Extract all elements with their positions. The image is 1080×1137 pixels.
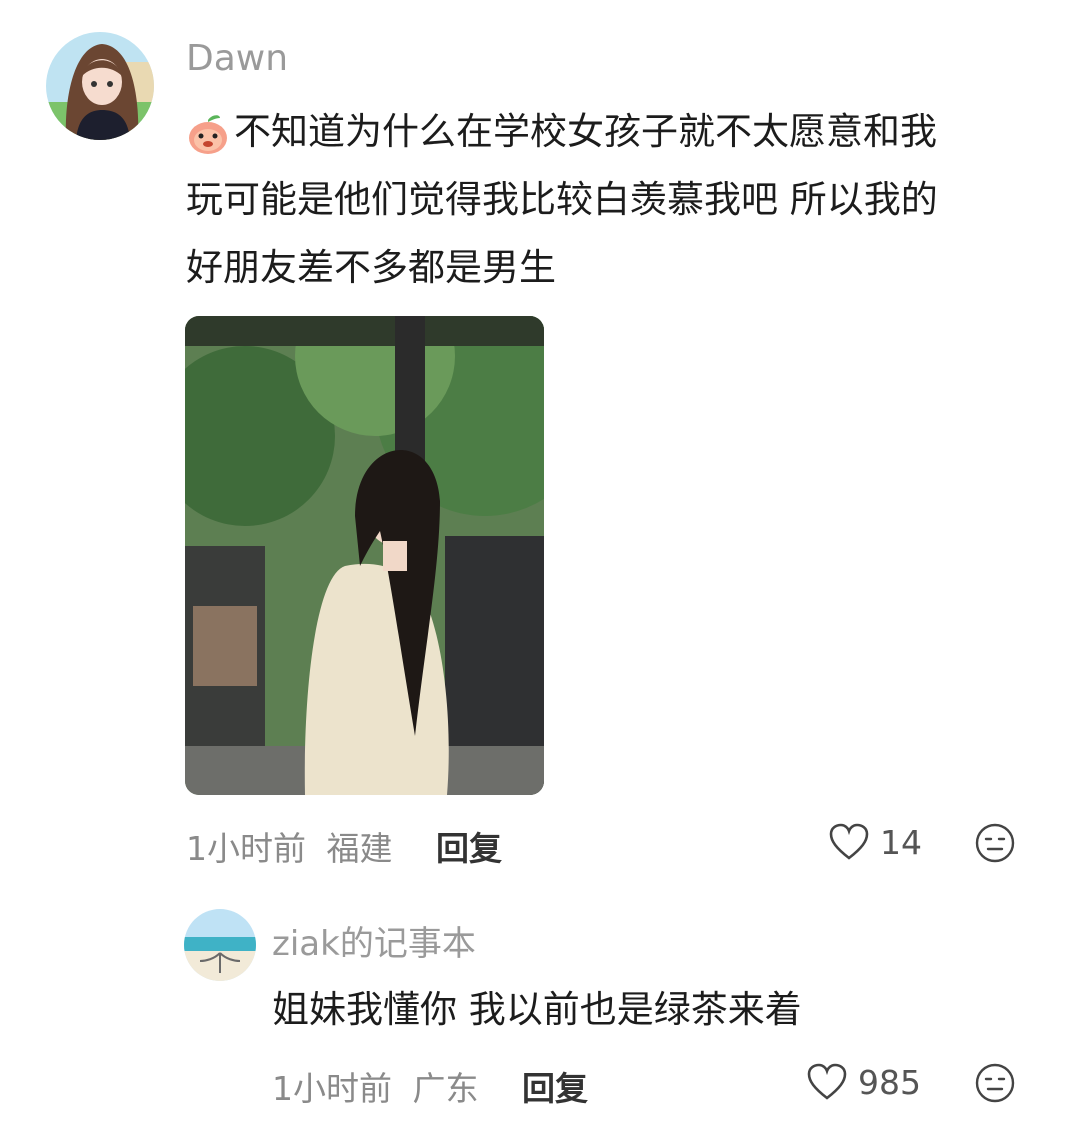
reply-avatar[interactable] bbox=[184, 909, 256, 981]
comment-username[interactable]: Dawn bbox=[186, 38, 288, 79]
avatar[interactable] bbox=[46, 32, 154, 140]
heart-icon bbox=[806, 1062, 848, 1102]
comment-body: 不知道为什么在学校女孩子就不太愿意和我 玩可能是他们觉得我比较白羡慕我吧 所以我… bbox=[186, 98, 938, 302]
comment-line-1-text: 不知道为什么在学校女孩子就不太愿意和我 bbox=[234, 110, 937, 153]
heart-icon bbox=[828, 822, 870, 862]
reply-like-count: 985 bbox=[858, 1062, 921, 1102]
comment-meta: 1小时前 福建 bbox=[186, 822, 393, 870]
comment-line-2: 玩可能是他们觉得我比较白羡慕我吧 所以我的 bbox=[186, 178, 938, 221]
reply-body: 姐妹我懂你 我以前也是绿茶来着 bbox=[272, 988, 802, 1031]
comment-line-3: 好朋友差不多都是男生 bbox=[186, 246, 556, 289]
expressionless-face-icon[interactable] bbox=[974, 822, 1016, 864]
reply-meta: 1小时前 广东 bbox=[272, 1062, 479, 1110]
reply-like-button[interactable]: 985 bbox=[806, 1062, 921, 1102]
reply-time: 1小时前 bbox=[272, 1069, 392, 1108]
comment-time: 1小时前 bbox=[186, 829, 306, 868]
reply-username[interactable]: ziak的记事本 bbox=[272, 916, 476, 965]
comment-line-1: 不知道为什么在学校女孩子就不太愿意和我 bbox=[186, 98, 938, 166]
reply-reply-button[interactable]: 回复 bbox=[522, 1062, 588, 1110]
reply-location: 广东 bbox=[412, 1069, 479, 1108]
comment-reply-button[interactable]: 回复 bbox=[436, 822, 502, 870]
comment-location: 福建 bbox=[326, 829, 393, 868]
comment-like-button[interactable]: 14 bbox=[828, 822, 922, 862]
comment-photo[interactable] bbox=[185, 316, 544, 795]
expressionless-face-icon[interactable] bbox=[974, 1062, 1016, 1104]
comment-like-count: 14 bbox=[880, 822, 922, 862]
peach-emoji-icon bbox=[186, 110, 230, 154]
